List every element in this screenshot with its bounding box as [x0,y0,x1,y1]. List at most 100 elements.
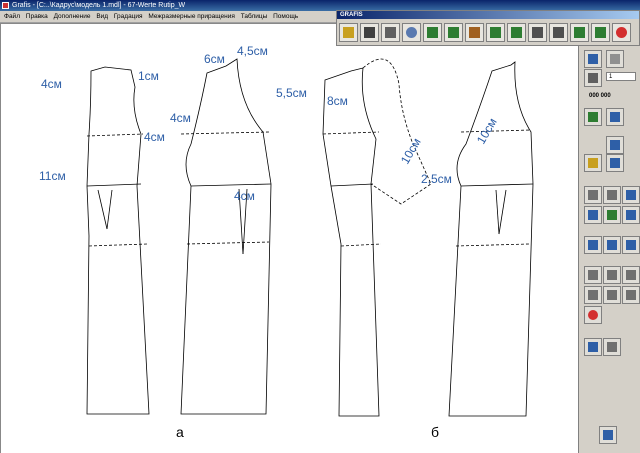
pattern-icon [610,158,620,168]
figure-icon [610,140,620,150]
download-icon [490,27,501,38]
x-button[interactable] [549,23,568,42]
grafis-toolbar-panel: GRAFIS [336,10,640,46]
x-icon [553,27,564,38]
g-icon [532,27,543,38]
f6-button[interactable] [423,23,442,42]
pattern-button[interactable] [606,154,624,172]
stop-icon [616,27,627,38]
figure-button[interactable] [606,136,624,154]
measure-button[interactable] [465,23,484,42]
redo-button[interactable] [606,50,624,68]
measure-label: 1см [138,69,159,83]
toolbar-panel-title: GRAFIS [337,11,639,19]
detail-button-2[interactable] [603,266,621,284]
tool-button-1[interactable] [584,286,602,304]
detail-button-1[interactable] [584,266,602,284]
layers-button[interactable] [444,23,463,42]
copy-button[interactable] [606,108,624,126]
size-counter: 000 000 [589,93,611,99]
menu-item-help[interactable]: Помощь [271,11,300,22]
folder-button[interactable] [584,154,602,172]
curve-icon [626,240,636,250]
point-button[interactable] [584,236,602,254]
detail-button-3[interactable] [622,266,640,284]
piece-button-1[interactable] [584,186,602,204]
step-input[interactable]: 1 [606,72,636,81]
piece-icon [588,190,598,200]
measure-label: 2,5см [421,172,452,186]
tool-icon [588,290,598,300]
tool-icon [626,290,636,300]
window-title: Grafis - [C:..\Кадрус\модель 1.mdl] - 67… [12,2,186,9]
menu-item-grading[interactable]: Градация [112,11,145,22]
open-folder-icon [343,27,354,38]
grading-button[interactable] [584,69,602,87]
tool-button-2[interactable] [603,286,621,304]
print-icon [385,27,396,38]
text-button[interactable] [584,338,602,356]
figure-label-a: а [176,424,184,440]
detail-icon [626,270,636,280]
down-arrow-button[interactable] [584,108,602,126]
drawing-canvas[interactable]: 4см 1см 4см 11см 6см 4,5см 5,5см 4см 4см… [0,23,578,453]
piece-icon [607,190,617,200]
undo-button[interactable] [584,50,602,68]
front-piece-b [322,67,380,417]
grading-icon [588,73,598,83]
redo-icon [610,54,620,64]
menu-item-tables[interactable]: Таблицы [239,11,270,22]
text-edit-icon [607,342,617,352]
zoom-button[interactable] [402,23,421,42]
delete-button[interactable] [584,306,602,324]
curve-button[interactable] [622,236,640,254]
g-button[interactable] [528,23,547,42]
menu-item-view[interactable]: Вид [94,11,110,22]
back-piece-a [180,58,272,415]
stop-button[interactable] [612,23,631,42]
menu-item-addition[interactable]: Дополнение [52,11,93,22]
measure-label: 5,5см [276,86,307,100]
f11-button[interactable] [570,23,589,42]
front-piece-a [86,66,150,415]
text-edit-button[interactable] [603,338,621,356]
menu-item-interval-increments[interactable]: Межразмерные приращения [146,11,237,22]
cross-icon [607,210,617,220]
shape-icon [607,240,617,250]
line-button-3[interactable] [622,206,640,224]
figure-label-b: б [431,424,440,440]
piece-button-3[interactable] [622,186,640,204]
shape-button[interactable] [603,236,621,254]
f11-icon [574,27,585,38]
save-icon [364,27,375,38]
app-icon [2,2,9,9]
open-button[interactable] [339,23,358,42]
piece-button-2[interactable] [603,186,621,204]
menu-item-edit[interactable]: Правка [24,11,50,22]
f6-tool-icon [427,27,438,38]
layers-icon [448,27,459,38]
import-button[interactable] [507,23,526,42]
f12-button[interactable] [591,23,610,42]
save-button[interactable] [360,23,379,42]
tool-button-3[interactable] [622,286,640,304]
copy-icon [610,112,620,122]
download-button[interactable] [486,23,505,42]
menu-item-file[interactable]: Файл [2,11,22,22]
back-piece-b [448,61,534,417]
measure-label: 4см [41,77,62,91]
print-button[interactable] [381,23,400,42]
measure-icon [469,27,480,38]
exit-button[interactable] [599,426,617,444]
detail-icon [607,270,617,280]
tool-icon [607,290,617,300]
measure-label: 11см [39,169,66,183]
measure-label: 4,5см [237,44,268,58]
tool-sidebar: 1 000 000 [578,46,640,453]
f12-icon [595,27,606,38]
line-button-2[interactable] [603,206,621,224]
line-icon [588,210,598,220]
line-button-1[interactable] [584,206,602,224]
measure-label: 8см [327,94,348,108]
diagonal-icon [626,210,636,220]
